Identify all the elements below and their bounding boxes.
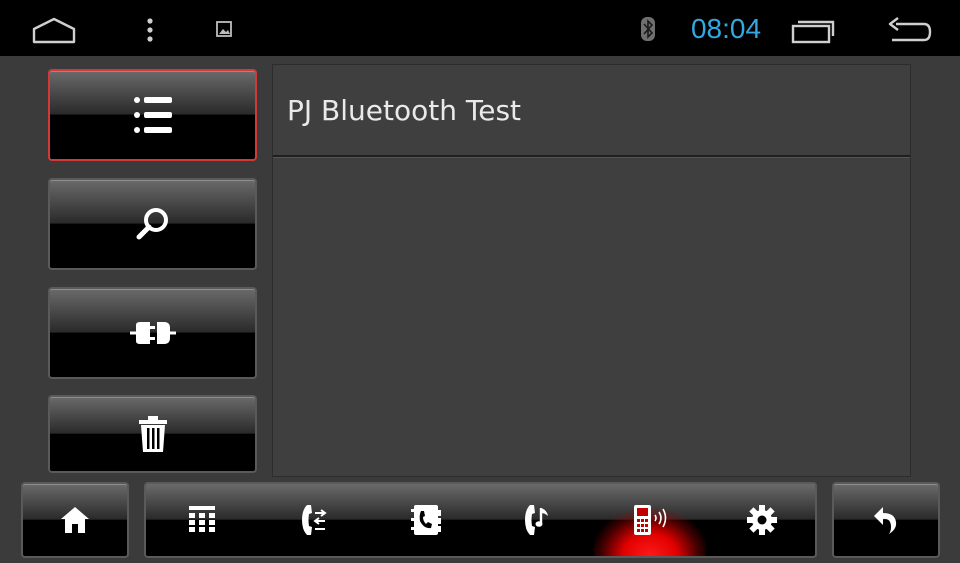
home-outline-icon[interactable] — [30, 16, 78, 44]
bt-music-icon — [525, 505, 548, 535]
list-item[interactable]: PJ Bluetooth Test — [273, 65, 910, 157]
gallery-icon — [216, 21, 232, 37]
connect-button[interactable] — [48, 287, 257, 379]
overflow-menu-icon[interactable] — [144, 16, 156, 44]
delete-button[interactable] — [48, 395, 257, 473]
contacts-icon — [411, 505, 441, 535]
status-bar: 08:04 — [0, 0, 960, 56]
back-arrow-icon[interactable] — [884, 16, 932, 44]
tab-contacts[interactable] — [370, 484, 482, 556]
paired-list-button[interactable] — [48, 69, 257, 161]
home-icon — [61, 507, 89, 533]
device-name: PJ Bluetooth Test — [287, 94, 522, 127]
search-button[interactable] — [48, 178, 257, 270]
home-button[interactable] — [21, 482, 129, 558]
list-icon — [133, 97, 172, 133]
return-arrow-icon — [874, 507, 897, 534]
tab-device[interactable] — [594, 484, 706, 556]
tab-music[interactable] — [482, 484, 594, 556]
recent-apps-icon[interactable] — [790, 16, 836, 44]
paired-devices-panel: PJ Bluetooth Test — [272, 64, 911, 477]
search-icon — [136, 208, 168, 240]
tab-call-log[interactable] — [258, 484, 370, 556]
bottom-tab-bar — [144, 482, 817, 558]
back-button[interactable] — [832, 482, 940, 558]
phone-signal-icon — [634, 505, 667, 535]
clock: 08:04 — [690, 13, 762, 44]
bluetooth-icon — [641, 17, 655, 41]
tab-dialpad[interactable] — [146, 484, 258, 556]
tab-settings[interactable] — [706, 484, 815, 556]
plug-icon — [129, 322, 176, 344]
gear-icon — [747, 505, 777, 535]
trash-icon — [138, 416, 167, 452]
dialpad-icon — [189, 506, 215, 532]
call-log-icon — [302, 505, 327, 535]
